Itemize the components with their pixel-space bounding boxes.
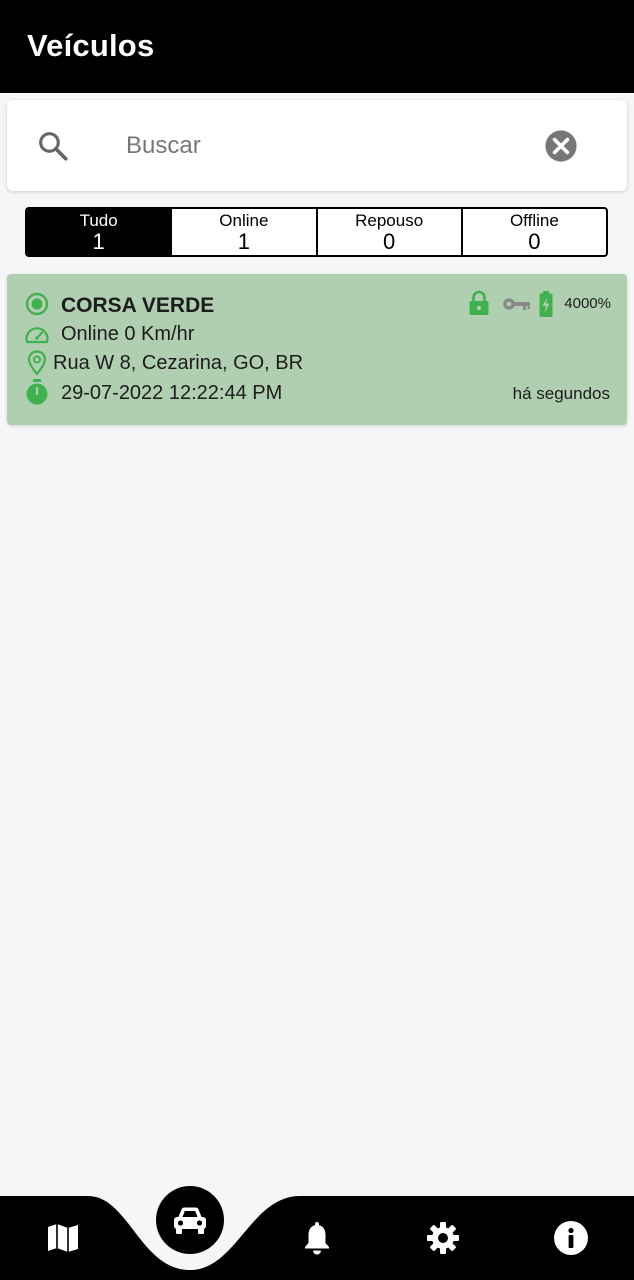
battery-charging-icon: [539, 291, 553, 317]
search-icon: [39, 132, 68, 161]
last-update-relative: há segundos: [512, 384, 610, 403]
filter-tab-tudo[interactable]: Tudo 1: [27, 209, 171, 255]
app-bar: Veículos: [0, 0, 634, 93]
lock-icon: [469, 290, 489, 315]
bell-icon[interactable]: [301, 1221, 333, 1255]
stopwatch-icon: [26, 379, 48, 405]
vehicle-datetime: 29-07-2022 12:22:44 PM: [61, 382, 283, 404]
vehicle-name: CORSA VERDE: [61, 294, 215, 317]
filter-count: 1: [237, 229, 250, 254]
filter-label: Offline: [509, 211, 559, 230]
vehicle-card[interactable]: CORSA VERDE Online 0 Km/hr Rua W 8, Ceza…: [7, 274, 627, 425]
close-icon[interactable]: [544, 129, 578, 163]
speedometer-icon: [25, 327, 49, 344]
battery-level: 4000%: [564, 295, 611, 312]
page-title: Veículos: [27, 28, 155, 63]
online-status-icon: [25, 292, 49, 316]
key-icon: [503, 298, 530, 310]
filter-label: Online: [219, 211, 269, 230]
map-icon[interactable]: [46, 1222, 80, 1254]
bottom-nav: [0, 1186, 634, 1280]
gear-icon[interactable]: [426, 1221, 460, 1255]
filter-count: 0: [383, 229, 396, 254]
filter-label: Repouso: [355, 211, 424, 230]
filter-tab-online[interactable]: Online 1: [170, 209, 315, 255]
location-pin-icon: [27, 350, 47, 376]
car-nav-button[interactable]: [156, 1186, 224, 1254]
info-icon[interactable]: [553, 1220, 589, 1256]
vehicle-status: Online 0 Km/hr: [61, 323, 195, 345]
vehicle-address: Rua W 8, Cezarina, GO, BR: [53, 352, 304, 374]
filter-label: Tudo: [79, 211, 118, 230]
filter-tab-offline[interactable]: Offline 0: [460, 209, 606, 255]
filter-tab-repouso[interactable]: Repouso 0: [315, 209, 461, 255]
filter-count: 1: [92, 229, 105, 254]
filter-count: 0: [528, 229, 541, 254]
car-icon: [174, 1207, 206, 1234]
status-filter: Tudo 1 Online 1 Repouso 0 Offline 0: [25, 207, 608, 257]
search-input[interactable]: [126, 128, 526, 164]
